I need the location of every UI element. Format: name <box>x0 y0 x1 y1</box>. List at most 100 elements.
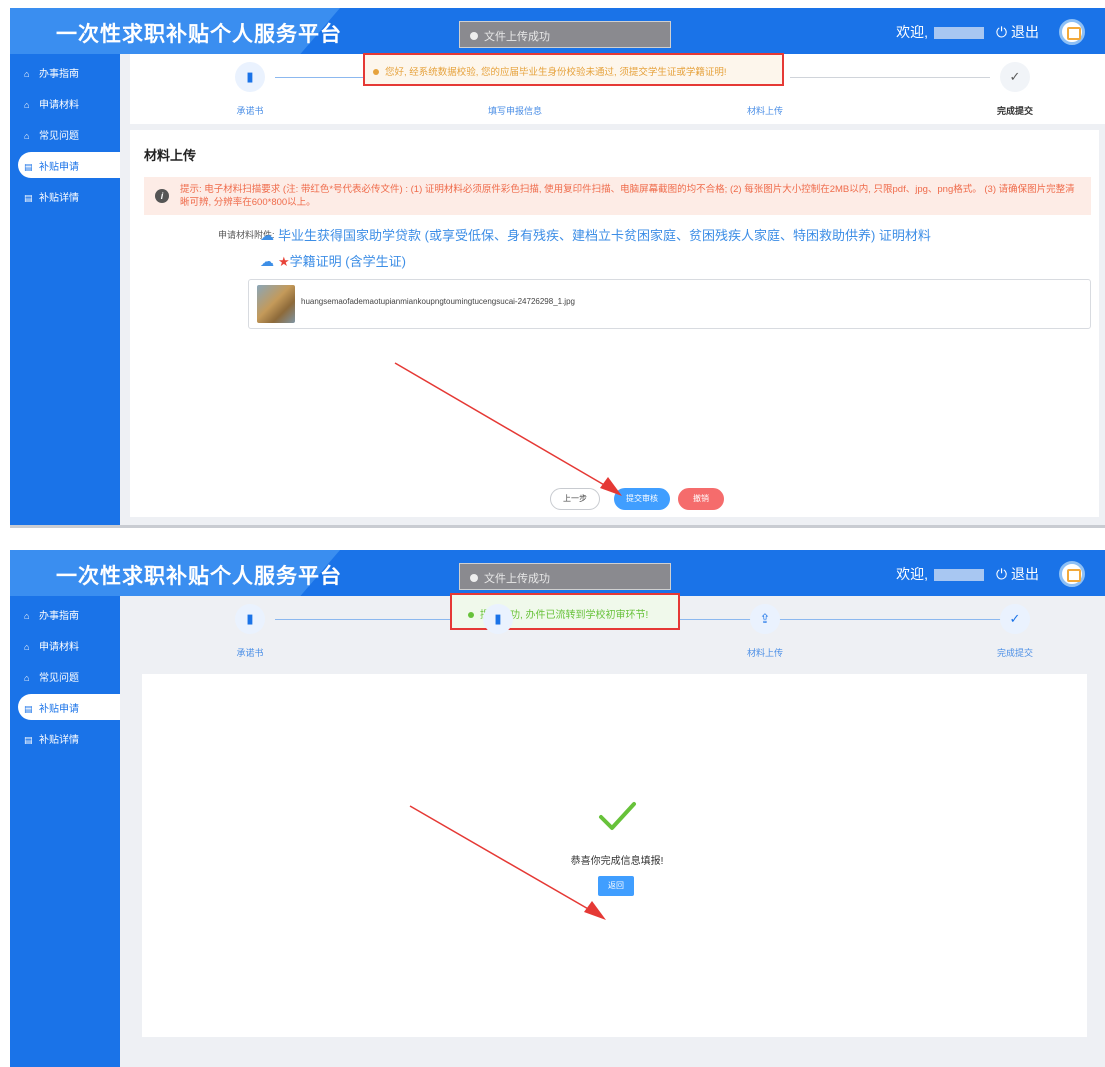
welcome-area: 欢迎, ⏻ 退出 <box>896 22 1039 42</box>
attachment-text: 学籍证明 (含学生证) <box>289 254 406 269</box>
step-label: 承诺书 <box>236 648 264 658</box>
back-button[interactable]: 返回 <box>598 876 634 896</box>
home-icon: ⌂ <box>24 131 30 141</box>
document-icon: ▤ <box>24 735 33 745</box>
check-icon: ✓ <box>1000 62 1030 92</box>
sidebar-item-label: 补贴申请 <box>39 162 79 173</box>
clipboard-icon: ▮ <box>235 62 265 92</box>
sidebar-item-guide[interactable]: ⌂ 办事指南 <box>10 601 120 627</box>
submit-review-button[interactable]: 提交审核 <box>614 488 670 510</box>
home-icon: ⌂ <box>24 100 30 110</box>
redacted-username <box>934 27 985 40</box>
upload-screenshot: 一次性求职补贴个人服务平台 文件上传成功 欢迎, ⏻ 退出 ⌂ 办事指南 ⌂ 申请材料… <box>10 8 1105 528</box>
clipboard-icon: ▮ <box>235 604 265 634</box>
warning-icon <box>373 69 379 75</box>
warning-toast: 您好, 经系统数据校验, 您的应届毕业生身份校验未通过, 须提交学生证或学籍证明… <box>363 53 784 86</box>
tip-text: 提示: 电子材料扫描要求 (注: 带红色*号代表必传文件) : (1) 证明材料… <box>180 184 1075 208</box>
welcome-label: 欢迎, <box>896 566 929 582</box>
attachment-enrollment-proof[interactable]: ☁ ★学籍证明 (含学生证) <box>260 251 406 270</box>
home-icon: ⌂ <box>24 611 30 621</box>
sidebar-item-label: 申请材料 <box>39 100 79 111</box>
sidebar-item-label: 办事指南 <box>39 69 79 80</box>
sidebar-item-label: 补贴申请 <box>39 704 79 715</box>
upload-panel: 材料上传 i 提示: 电子材料扫描要求 (注: 带红色*号代表必传文件) : (1… <box>130 130 1099 517</box>
attachment-text: 毕业生获得国家助学贷款 (或享受低保、身有残疾、建档立卡贫困家庭、贫困残疾人家庭… <box>278 228 931 243</box>
congrats-text: 恭喜你完成信息填报! <box>570 856 664 867</box>
file-name: huangsemaofademaotupianmiankoupngtouming… <box>301 297 575 306</box>
upload-icon: ⇪ <box>750 604 780 634</box>
sidebar-item-details[interactable]: ▤ 补贴详情 <box>10 183 120 209</box>
notice-text: 文件上传成功 <box>484 573 550 585</box>
cloud-upload-icon: ☁ <box>260 227 274 243</box>
info-icon <box>470 574 478 582</box>
check-icon <box>599 802 636 830</box>
step-complete: ✓ 完成提交 <box>960 604 1070 659</box>
sidebar-item-materials[interactable]: ⌂ 申请材料 <box>10 632 120 658</box>
home-icon: ⌂ <box>24 642 30 652</box>
step-label: 填写申报信息 <box>487 106 542 116</box>
step-upload: ⇪ 材料上传 <box>710 604 820 659</box>
home-icon[interactable] <box>1059 561 1085 587</box>
step-label: 完成提交 <box>996 648 1033 658</box>
info-icon <box>470 32 478 40</box>
welcome-area: 欢迎, ⏻ 退出 <box>896 564 1039 584</box>
document-icon: ▤ <box>24 193 33 203</box>
step-label: 材料上传 <box>746 648 783 658</box>
home-icon: ⌂ <box>24 69 30 79</box>
welcome-label: 欢迎, <box>896 24 929 40</box>
home-icon[interactable] <box>1059 19 1085 45</box>
sidebar: ⌂ 办事指南 ⌂ 申请材料 ⌂ 常见问题 ▤ 补贴申请 ▤ 补贴详情 <box>10 54 120 525</box>
redacted-username <box>934 569 985 582</box>
warning-text: 您好, 经系统数据校验, 您的应届毕业生身份校验未通过, 须提交学生证或学籍证明… <box>385 67 727 78</box>
step-label: 材料上传 <box>746 106 783 116</box>
file-thumbnail <box>257 285 295 323</box>
logout-link[interactable]: ⏻ 退出 <box>996 566 1039 582</box>
complete-screenshot: 一次性求职补贴个人服务平台 文件上传成功 欢迎, ⏻ 退出 ⌂ 办事指南 ⌂ 申请材料… <box>10 550 1105 1067</box>
info-icon: i <box>155 189 169 203</box>
sidebar-item-label: 补贴详情 <box>39 735 79 746</box>
complete-panel: 恭喜你完成信息填报! 返回 <box>142 674 1087 1037</box>
sidebar-item-guide[interactable]: ⌂ 办事指南 <box>10 59 120 85</box>
sidebar-item-faq[interactable]: ⌂ 常见问题 <box>10 663 120 689</box>
step-promise: ▮ 承诺书 <box>195 62 305 117</box>
sidebar-item-details[interactable]: ▤ 补贴详情 <box>10 725 120 751</box>
sidebar-item-label: 办事指南 <box>39 611 79 622</box>
attachment-loan-proof[interactable]: ☁ 毕业生获得国家助学贷款 (或享受低保、身有残疾、建档立卡贫困家庭、贫困残疾人家… <box>260 225 931 244</box>
step-complete: ✓ 完成提交 <box>960 62 1070 117</box>
required-mark: ★ <box>278 254 290 269</box>
platform-title: 一次性求职补贴个人服务平台 <box>56 23 342 46</box>
prev-step-button[interactable]: 上一步 <box>550 488 600 510</box>
uploaded-file[interactable]: huangsemaofademaotupianmiankoupngtouming… <box>248 279 1091 329</box>
step-label: 承诺书 <box>236 106 264 116</box>
success-icon <box>468 612 474 618</box>
sidebar-item-label: 常见问题 <box>39 673 79 684</box>
revoke-button[interactable]: 撤销 <box>678 488 724 510</box>
logout-label: 退出 <box>1011 24 1039 40</box>
top-bar: 一次性求职补贴个人服务平台 文件上传成功 欢迎, ⏻ 退出 <box>10 8 1105 54</box>
sidebar-item-materials[interactable]: ⌂ 申请材料 <box>10 90 120 116</box>
section-title: 材料上传 <box>144 148 197 163</box>
clipboard-icon: ▮ <box>483 604 513 634</box>
notice-text: 文件上传成功 <box>484 31 550 43</box>
step-promise: ▮ 承诺书 <box>195 604 305 659</box>
sidebar-item-label: 常见问题 <box>39 131 79 142</box>
check-icon: ✓ <box>1000 604 1030 634</box>
upload-tip: i 提示: 电子材料扫描要求 (注: 带红色*号代表必传文件) : (1) 证明材… <box>144 177 1091 215</box>
upload-success-notice: 文件上传成功 <box>459 21 671 48</box>
platform-title: 一次性求职补贴个人服务平台 <box>56 565 342 588</box>
sidebar-item-label: 补贴详情 <box>39 193 79 204</box>
sidebar: ⌂ 办事指南 ⌂ 申请材料 ⌂ 常见问题 ▤ 补贴申请 ▤ 补贴详情 <box>10 596 120 1067</box>
home-icon: ⌂ <box>24 673 30 683</box>
sidebar-item-faq[interactable]: ⌂ 常见问题 <box>10 121 120 147</box>
cloud-upload-icon: ☁ <box>260 253 274 269</box>
sidebar-item-label: 申请材料 <box>39 642 79 653</box>
logout-link[interactable]: ⏻ 退出 <box>996 24 1039 40</box>
document-icon: ▤ <box>24 704 33 714</box>
logout-label: 退出 <box>1011 566 1039 582</box>
document-icon: ▤ <box>24 162 33 172</box>
sidebar-item-apply[interactable]: ▤ 补贴申请 <box>18 152 120 178</box>
sidebar-item-apply[interactable]: ▤ 补贴申请 <box>18 694 120 720</box>
top-bar: 一次性求职补贴个人服务平台 文件上传成功 欢迎, ⏻ 退出 <box>10 550 1105 596</box>
step-label: 完成提交 <box>996 106 1033 116</box>
upload-success-notice: 文件上传成功 <box>459 563 671 590</box>
